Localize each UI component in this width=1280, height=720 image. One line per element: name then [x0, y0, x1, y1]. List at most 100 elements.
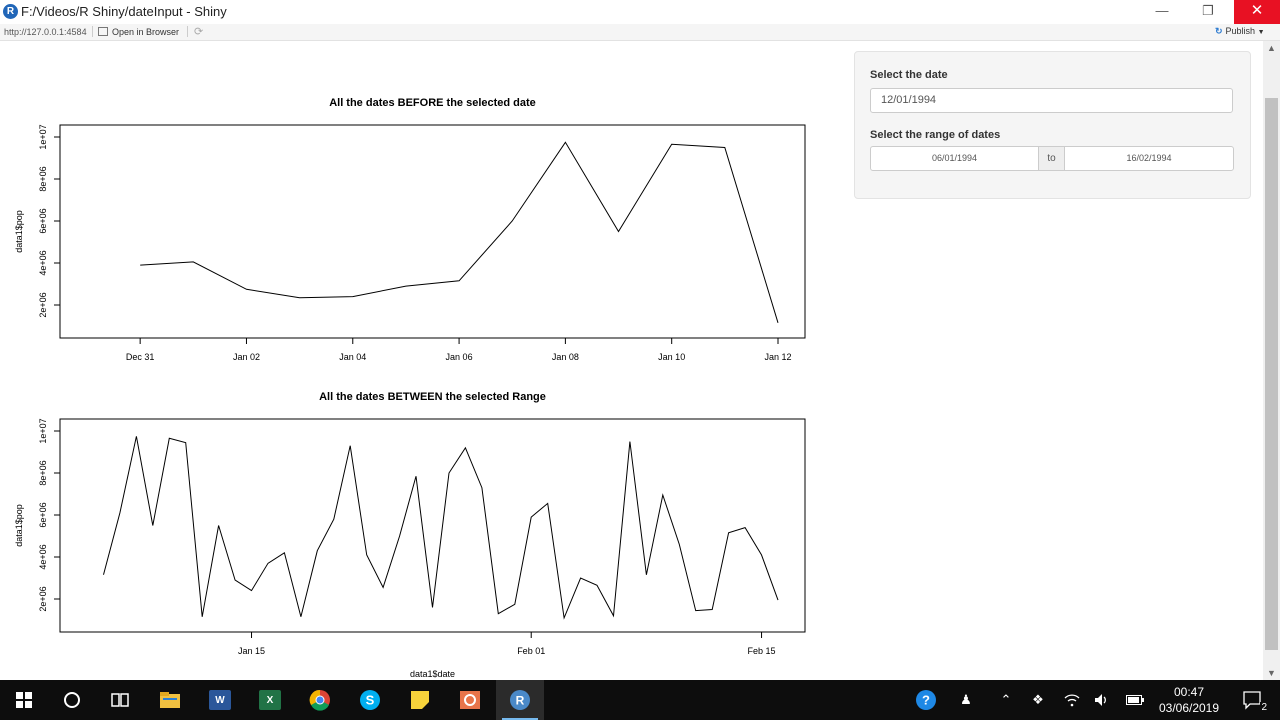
word-button[interactable]: W	[196, 680, 244, 720]
line-chart-svg: All the dates BETWEEN the selected Range…	[14, 391, 806, 679]
presentation-app-icon	[460, 691, 480, 709]
x-tick-label: Feb 01	[517, 646, 545, 656]
y-tick-label: 1e+07	[38, 124, 48, 149]
vertical-scrollbar[interactable]: ▲ ▼	[1263, 41, 1280, 680]
y-tick-label: 8e+06	[38, 166, 48, 191]
plot-before-date: All the dates BEFORE the selected date De…	[0, 67, 840, 367]
svg-text:?: ?	[922, 693, 930, 708]
toolbar-divider	[187, 26, 188, 37]
x-tick-label: Jan 08	[552, 352, 579, 362]
browser-window-icon	[98, 27, 108, 36]
file-explorer-button[interactable]	[146, 680, 194, 720]
scroll-up-icon[interactable]: ▲	[1267, 43, 1276, 53]
chrome-button[interactable]	[296, 680, 344, 720]
sticky-notes-button[interactable]	[396, 680, 444, 720]
x-tick-label: Jan 10	[658, 352, 685, 362]
y-tick-label: 2e+06	[38, 292, 48, 317]
x-tick-label: Jan 06	[446, 352, 473, 362]
excel-button[interactable]: X	[246, 680, 294, 720]
url-text: http://127.0.0.1:4584	[4, 27, 87, 37]
y-tick-label: 4e+06	[38, 544, 48, 569]
excel-icon: X	[259, 690, 281, 710]
publish-icon: ↻	[1215, 26, 1223, 36]
y-tick-label: 8e+06	[38, 460, 48, 485]
x-tick-label: Dec 31	[126, 352, 155, 362]
word-icon: W	[209, 690, 231, 710]
r-logo-icon: R	[3, 4, 18, 19]
sticky-notes-icon	[411, 691, 429, 709]
battery-icon[interactable]	[1122, 680, 1148, 720]
date-input-label: Select the date	[870, 69, 948, 81]
chart-title: All the dates BETWEEN the selected Range	[319, 391, 546, 403]
close-button[interactable]: ✕	[1234, 0, 1280, 24]
y-tick-label: 1e+07	[38, 418, 48, 443]
date-range-input: 06/01/1994 to 16/02/1994	[870, 146, 1234, 171]
task-view-button[interactable]	[96, 680, 144, 720]
ppt-app-button[interactable]	[446, 680, 494, 720]
dropbox-icon[interactable]: ❖	[1026, 680, 1050, 720]
search-button[interactable]	[48, 680, 96, 720]
refresh-icon[interactable]: ⟳	[194, 25, 203, 38]
y-tick-label: 4e+06	[38, 250, 48, 275]
x-tick-label: Jan 04	[339, 352, 366, 362]
people-icon[interactable]: ♟	[953, 680, 979, 720]
x-tick-label: Jan 02	[233, 352, 260, 362]
window-title: F:/Videos/R Shiny/dateInput - Shiny	[21, 4, 227, 19]
volume-icon[interactable]	[1090, 680, 1114, 720]
x-axis-label: data1$date	[410, 669, 455, 679]
svg-text:R: R	[516, 694, 525, 708]
restore-button[interactable]: ❐	[1185, 0, 1231, 24]
scroll-down-icon[interactable]: ▼	[1267, 668, 1276, 678]
clock-date: 03/06/2019	[1158, 701, 1220, 715]
start-button[interactable]	[0, 680, 48, 720]
range-end-input[interactable]: 16/02/1994	[1064, 146, 1234, 171]
minimize-button[interactable]: —	[1139, 0, 1185, 24]
series-line	[140, 141, 779, 323]
skype-icon: S	[360, 690, 380, 710]
clock-time: 00:47	[1173, 685, 1205, 699]
scrollbar-thumb[interactable]	[1265, 98, 1278, 650]
toolbar-divider	[92, 26, 93, 37]
folder-icon	[160, 692, 180, 708]
clock[interactable]: 00:47 03/06/2019	[1152, 684, 1226, 716]
range-start-input[interactable]: 06/01/1994	[870, 146, 1039, 171]
y-tick-label: 2e+06	[38, 586, 48, 611]
sidebar-panel: Select the date 12/01/1994 Select the ra…	[854, 51, 1251, 199]
help-icon[interactable]: ?	[912, 680, 940, 720]
app-content: All the dates BEFORE the selected date De…	[0, 41, 1263, 680]
y-axis-label: data1$pop	[14, 504, 24, 547]
series-line	[103, 436, 779, 620]
cortana-circle-icon	[64, 692, 80, 708]
x-tick-label: Jan 15	[238, 646, 265, 656]
line-chart-svg: All the dates BEFORE the selected date De…	[14, 97, 806, 362]
x-tick-label: Jan 12	[764, 352, 791, 362]
task-view-icon	[111, 693, 129, 707]
taskbar: W X S R ? ♟ ⌃ ❖ 00:47 03/06/2019 2	[0, 680, 1280, 720]
date-input[interactable]: 12/01/1994	[870, 88, 1233, 113]
open-in-browser-label: Open in Browser	[112, 27, 180, 37]
skype-button[interactable]: S	[346, 680, 394, 720]
plot-frame	[59, 124, 806, 339]
title-bar: R F:/Videos/R Shiny/dateInput - Shiny — …	[0, 0, 1280, 24]
chrome-icon	[309, 689, 330, 711]
wifi-icon[interactable]	[1060, 680, 1084, 720]
range-to-label: to	[1039, 146, 1064, 171]
rstudio-icon: R	[510, 690, 530, 710]
open-in-browser-button[interactable]: Open in Browser	[98, 27, 179, 37]
chevron-up-icon[interactable]: ⌃	[995, 680, 1017, 720]
chart-title: All the dates BEFORE the selected date	[329, 97, 536, 109]
viewer-toolbar: http://127.0.0.1:4584 Open in Browser ⟳ …	[0, 24, 1280, 41]
publish-button[interactable]: ↻ Publish ▼	[1215, 26, 1265, 37]
chevron-down-icon: ▼	[1257, 29, 1265, 36]
date-range-label: Select the range of dates	[870, 129, 1001, 141]
rstudio-button[interactable]: R	[496, 680, 544, 720]
y-tick-label: 6e+06	[38, 502, 48, 527]
svg-text:S: S	[366, 693, 375, 708]
y-axis-label: data1$pop	[14, 210, 24, 253]
x-tick-label: Feb 15	[748, 646, 776, 656]
notifications-button[interactable]: 2	[1234, 680, 1274, 720]
publish-label: Publish	[1225, 26, 1256, 36]
notification-count: 2	[1260, 702, 1268, 713]
plot-between-range: All the dates BETWEEN the selected Range…	[0, 387, 840, 680]
y-tick-label: 6e+06	[38, 208, 48, 233]
